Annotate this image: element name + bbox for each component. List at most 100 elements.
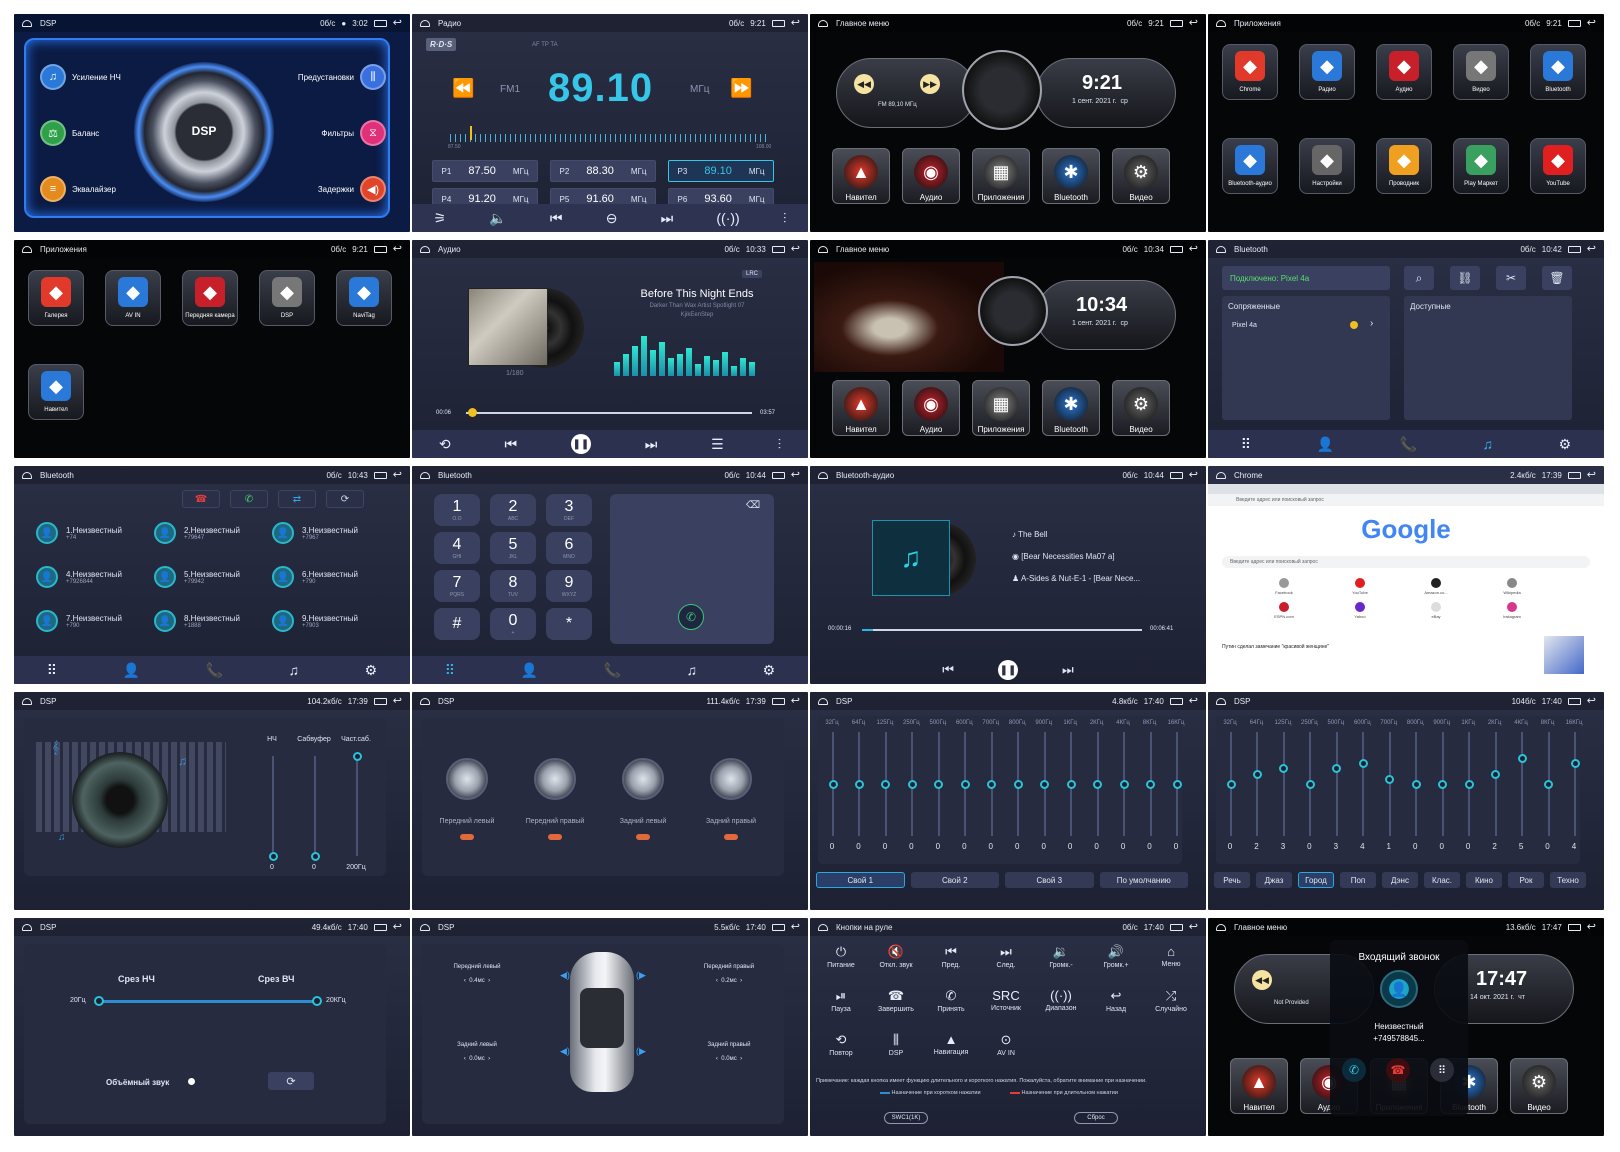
swc-button-17[interactable]: ⊙ AV IN xyxy=(981,1032,1031,1057)
eq-slider-handle[interactable] xyxy=(1172,780,1182,789)
dialpad-icon[interactable]: ⠿ xyxy=(1241,436,1251,453)
app-8[interactable]: ◆ Play Маркет xyxy=(1453,138,1509,194)
swc-button-8[interactable]: ☎ Завершить xyxy=(871,988,921,1013)
transfer-icon[interactable]: ⇄ xyxy=(278,490,316,508)
eq-preset-button[interactable]: Свой 2 xyxy=(910,872,999,888)
home-icon[interactable] xyxy=(1216,19,1226,27)
swc-button-0[interactable]: ⏻ Питание xyxy=(816,944,866,969)
app-2[interactable]: ◆ Передняя камера xyxy=(182,270,238,326)
back-icon[interactable]: ↩ xyxy=(393,922,402,933)
progress-handle[interactable] xyxy=(467,408,477,417)
contact-item[interactable]: 👤 6.Неизвестный +790 xyxy=(272,566,358,588)
dial-key-0[interactable]: 0 + xyxy=(490,608,536,640)
dial-key-2[interactable]: 2 ABC xyxy=(490,494,536,526)
eq-slider-handle[interactable] xyxy=(1385,774,1395,784)
knob-toggle[interactable] xyxy=(548,834,562,840)
back-icon[interactable]: ↩ xyxy=(1587,244,1596,255)
unlink-icon[interactable]: ✂ xyxy=(1496,266,1526,290)
eq-slider-track[interactable] xyxy=(1256,732,1259,836)
eq-slider-track[interactable] xyxy=(1388,732,1391,836)
call-log-icon[interactable]: 📞 xyxy=(1400,436,1417,453)
home-icon[interactable] xyxy=(1216,471,1226,479)
bt-music-icon[interactable]: ♫ xyxy=(687,662,698,678)
dialpad-icon[interactable]: ⠿ xyxy=(445,662,455,679)
swc-button[interactable]: SWC1(1K) xyxy=(884,1112,928,1124)
app-2[interactable]: ◆ Аудио xyxy=(1376,44,1432,100)
bt-music-icon[interactable]: ♫ xyxy=(1483,436,1494,452)
bt-music-icon[interactable]: ♫ xyxy=(289,662,300,678)
low-cut-handle[interactable] xyxy=(94,996,104,1006)
eq-preset-button[interactable]: Свой 3 xyxy=(1005,872,1094,888)
eq-slider-handle[interactable] xyxy=(1544,780,1554,789)
contact-item[interactable]: 👤 3.Неизвестный +7967 xyxy=(272,522,358,544)
app-1[interactable]: ◆ Радио xyxy=(1299,44,1355,100)
rss-icon[interactable]: ⚞ xyxy=(434,210,447,227)
dial-key-*[interactable]: * xyxy=(546,608,592,640)
home-icon[interactable] xyxy=(1216,923,1226,931)
backspace-icon[interactable]: ⌫ xyxy=(746,500,760,511)
contacts-icon[interactable]: 👤 xyxy=(123,662,140,679)
equalizer-icon[interactable]: ⫶ xyxy=(778,436,782,453)
search-icon[interactable]: ⌕ xyxy=(1404,266,1434,290)
prev-station-icon[interactable]: ◀◀ xyxy=(854,74,874,94)
eq-slider-handle[interactable] xyxy=(1252,769,1262,779)
contacts-icon[interactable]: 👤 xyxy=(521,662,538,679)
eq-slider-handle[interactable] xyxy=(1119,780,1129,789)
slider-track[interactable] xyxy=(314,756,316,856)
next-icon[interactable]: ⏭ xyxy=(1062,662,1074,678)
eq-slider-handle[interactable] xyxy=(1066,780,1076,789)
contact-item[interactable]: 👤 4.Неизвестный +7926844 xyxy=(36,566,122,588)
swc-button-9[interactable]: ✆ Принять xyxy=(926,988,976,1013)
dial-key-5[interactable]: 5 JKL xyxy=(490,532,536,564)
app-1[interactable]: ◉ Аудио xyxy=(902,380,960,436)
search-box[interactable]: Введите адрес или поисковый запрос xyxy=(1222,556,1590,568)
dsp-item[interactable]: ◀) Задержки xyxy=(318,176,386,202)
signal-icon[interactable]: ((·)) xyxy=(716,210,739,226)
home-icon[interactable] xyxy=(420,19,430,27)
news-article[interactable]: Путин сделал замечание "красивой женщине… xyxy=(1222,644,1532,650)
settings-icon[interactable]: ⚙ xyxy=(763,662,776,679)
home-icon[interactable] xyxy=(420,697,430,705)
app-4[interactable]: ⚙ Видео xyxy=(1510,1058,1568,1114)
tab-strip[interactable] xyxy=(1208,484,1604,494)
swc-button-7[interactable]: ⏯ Пауза xyxy=(816,988,866,1013)
contact-item[interactable]: 👤 9.Неизвестный +7903 xyxy=(272,610,358,632)
shortcut-4[interactable]: ESPN.com xyxy=(1262,602,1306,619)
dial-key-#[interactable]: # xyxy=(434,608,480,640)
contact-item[interactable]: 👤 5.Неизвестный +79942 xyxy=(154,566,240,588)
contacts-icon[interactable]: 👤 xyxy=(1317,436,1334,453)
refresh-icon[interactable]: ⟳ xyxy=(326,490,364,508)
eq-preset-button[interactable]: Город xyxy=(1298,872,1334,888)
link-icon[interactable]: ⛓ xyxy=(1450,266,1480,290)
home-icon[interactable] xyxy=(1216,245,1226,253)
dsp-item[interactable]: ♫ Усиление НЧ xyxy=(40,64,121,90)
app-3[interactable]: ◆ Видео xyxy=(1453,44,1509,100)
dial-key-8[interactable]: 8 TUV xyxy=(490,570,536,602)
back-icon[interactable]: ↩ xyxy=(393,18,402,29)
eq-slider-handle[interactable] xyxy=(1491,769,1501,779)
call-icon[interactable]: ✆ xyxy=(678,604,704,630)
swc-button-14[interactable]: ⟲ Повтор xyxy=(816,1032,866,1057)
prev-icon[interactable]: ⏮ xyxy=(504,436,517,453)
prev-icon[interactable]: ⏮ xyxy=(942,662,954,678)
back-icon[interactable]: ↩ xyxy=(791,696,800,707)
dial-key-1[interactable]: 1 O.O xyxy=(434,494,480,526)
eq-slider-handle[interactable] xyxy=(828,780,838,789)
video-preview[interactable] xyxy=(814,262,1004,372)
app-3[interactable]: ◆ DSP xyxy=(259,270,315,326)
dialpad-icon[interactable]: ⠿ xyxy=(47,662,57,679)
eq-slider-track[interactable] xyxy=(1335,732,1338,836)
knob-toggle[interactable] xyxy=(724,834,738,840)
home-icon[interactable] xyxy=(818,245,828,253)
next-icon[interactable]: ⏭ xyxy=(661,210,674,227)
seek-back-icon[interactable]: ⏪ xyxy=(452,78,474,99)
paired-device[interactable]: Pixel 4a xyxy=(1232,322,1257,329)
shortcut-1[interactable]: YouTube xyxy=(1338,578,1382,595)
dial-key-6[interactable]: 6 MNO xyxy=(546,532,592,564)
back-icon[interactable]: ↩ xyxy=(393,470,402,481)
eq-preset-button[interactable]: Дэнс xyxy=(1382,872,1418,888)
app-0[interactable]: ▲ Навител xyxy=(1230,1058,1288,1114)
eq-preset-button[interactable]: Свой 1 xyxy=(816,872,905,888)
crossover-range[interactable] xyxy=(100,1000,316,1003)
eq-slider-handle[interactable] xyxy=(1146,780,1156,789)
